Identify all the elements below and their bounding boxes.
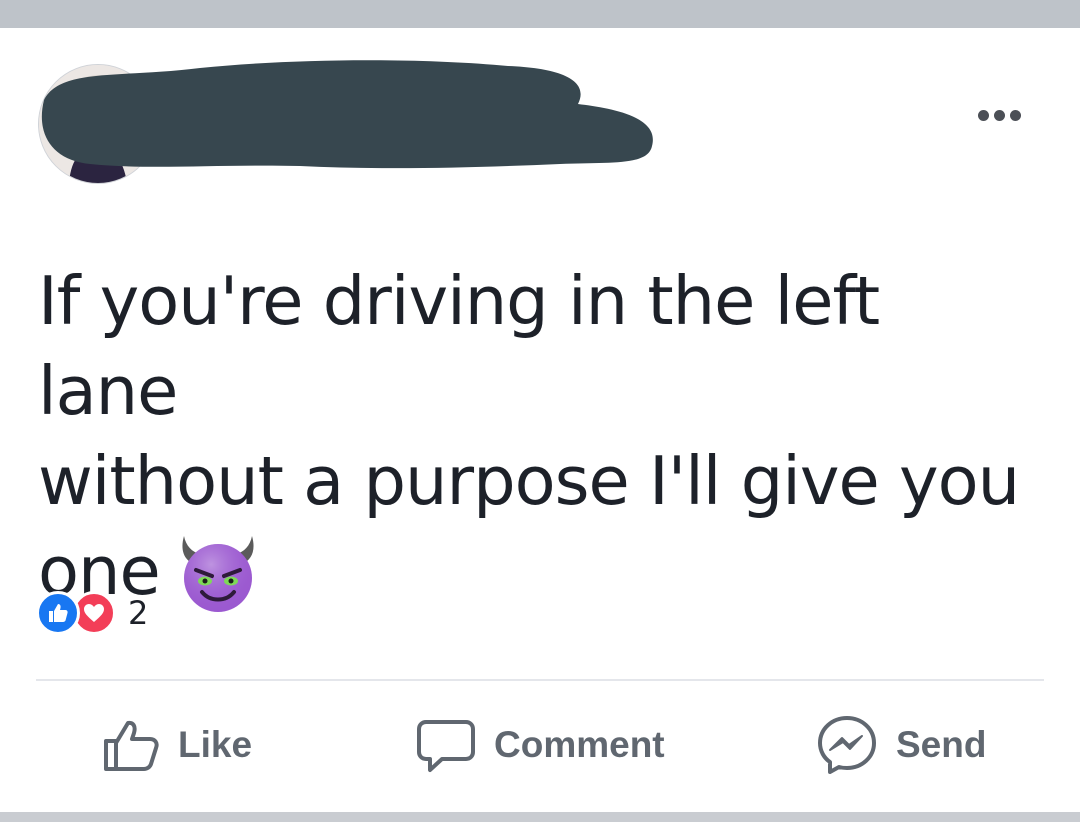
- more-dot: [993, 109, 1005, 121]
- post-action-bar: Like Comment Send: [0, 700, 1080, 792]
- smiling-imp-emoji-icon: [182, 536, 254, 612]
- like-reaction-icon: [36, 591, 80, 635]
- post-text-line-2: without a purpose I'll give you: [38, 442, 1020, 520]
- like-button[interactable]: Like: [102, 714, 252, 776]
- send-button[interactable]: Send: [816, 714, 986, 776]
- more-dots-icon: [977, 109, 989, 121]
- post-text: If you're driving in the left lane witho…: [38, 256, 1038, 616]
- more-options-button[interactable]: [968, 102, 1030, 128]
- send-label: Send: [896, 724, 987, 765]
- divider: [36, 679, 1044, 681]
- thumbs-up-icon: [49, 604, 68, 622]
- heart-icon: [84, 604, 104, 622]
- bottom-separator: [0, 812, 1080, 822]
- comment-button[interactable]: Comment: [416, 714, 665, 776]
- redaction-scribble: [41, 60, 653, 169]
- post-text-line-1: If you're driving in the left lane: [38, 262, 880, 430]
- like-label: Like: [178, 724, 253, 765]
- post-header: [0, 28, 1080, 208]
- thumbs-up-outline-icon: [104, 720, 159, 771]
- status-bar-strip: [0, 0, 1080, 28]
- more-dot: [1009, 109, 1021, 121]
- comment-bubble-icon: [417, 720, 475, 772]
- reaction-count: 2: [128, 594, 149, 632]
- reactions-summary[interactable]: 2: [36, 590, 148, 636]
- comment-label: Comment: [494, 724, 665, 765]
- messenger-icon: [818, 716, 876, 774]
